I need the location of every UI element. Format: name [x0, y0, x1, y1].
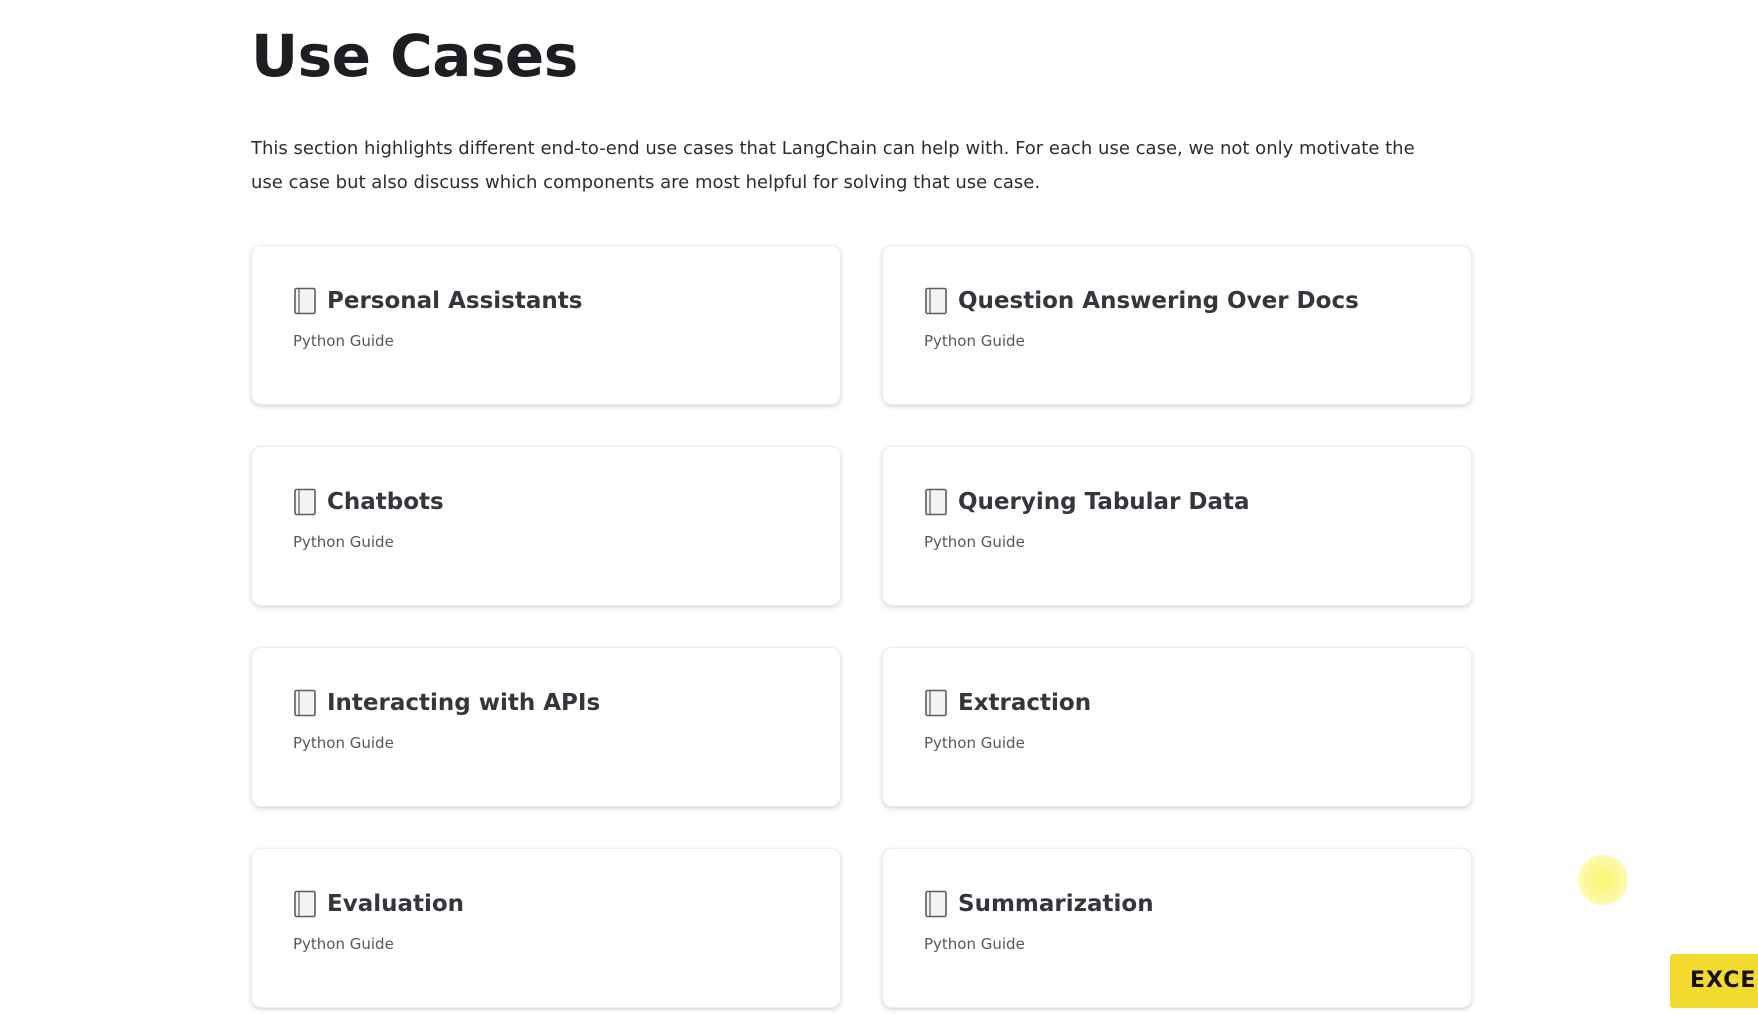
- document-icon: [925, 890, 947, 918]
- card-title: Summarization: [958, 891, 1154, 917]
- card-title-row: Chatbots: [293, 487, 800, 517]
- intro-paragraph: This section highlights different end-to…: [251, 138, 1415, 193]
- card-subtitle: Python Guide: [924, 533, 1025, 551]
- card-title-row: Querying Tabular Data: [924, 487, 1431, 517]
- document-icon: [925, 287, 947, 315]
- card-title: Interacting with APIs: [327, 690, 601, 716]
- card-title: Chatbots: [327, 489, 444, 515]
- card-personal-assistants[interactable]: Personal Assistants Python Guide: [251, 245, 841, 405]
- document-icon: [925, 488, 947, 516]
- card-title: Extraction: [958, 690, 1092, 716]
- card-querying-tabular-data[interactable]: Querying Tabular Data Python Guide: [882, 446, 1472, 606]
- card-subtitle: Python Guide: [293, 935, 394, 953]
- card-title-row: Interacting with APIs: [293, 688, 800, 718]
- card-evaluation[interactable]: Evaluation Python Guide: [251, 848, 841, 1008]
- page-title: Use Cases: [251, 22, 578, 90]
- card-interacting-with-apis[interactable]: Interacting with APIs Python Guide: [251, 647, 841, 807]
- card-title-row: Evaluation: [293, 889, 800, 919]
- card-title-row: Extraction: [924, 688, 1431, 718]
- channel-badge: EXCEL: [1670, 954, 1758, 1008]
- card-extraction[interactable]: Extraction Python Guide: [882, 647, 1472, 807]
- card-subtitle: Python Guide: [924, 332, 1025, 350]
- card-summarization[interactable]: Summarization Python Guide: [882, 848, 1472, 1008]
- card-subtitle: Python Guide: [293, 734, 394, 752]
- card-title-row: Question Answering Over Docs: [924, 286, 1431, 316]
- card-subtitle: Python Guide: [924, 734, 1025, 752]
- document-icon: [294, 890, 316, 918]
- document-icon: [925, 689, 947, 717]
- document-icon: [294, 287, 316, 315]
- use-case-grid: Personal Assistants Python Guide Questio…: [251, 245, 1476, 1008]
- card-chatbots[interactable]: Chatbots Python Guide: [251, 446, 841, 606]
- card-question-answering-over-docs[interactable]: Question Answering Over Docs Python Guid…: [882, 245, 1472, 405]
- card-subtitle: Python Guide: [924, 935, 1025, 953]
- card-subtitle: Python Guide: [293, 533, 394, 551]
- card-title-row: Personal Assistants: [293, 286, 800, 316]
- card-title: Personal Assistants: [327, 288, 583, 314]
- main-content: Use Cases This section highlights differ…: [251, 0, 1476, 1008]
- document-icon: [294, 488, 316, 516]
- card-title: Evaluation: [327, 891, 465, 917]
- card-title: Querying Tabular Data: [958, 489, 1250, 515]
- page: Use Cases This section highlights differ…: [0, 0, 1758, 1014]
- card-title: Question Answering Over Docs: [958, 288, 1359, 314]
- document-icon: [294, 689, 316, 717]
- card-subtitle: Python Guide: [293, 332, 394, 350]
- cursor-highlight: [1578, 855, 1628, 905]
- card-title-row: Summarization: [924, 889, 1431, 919]
